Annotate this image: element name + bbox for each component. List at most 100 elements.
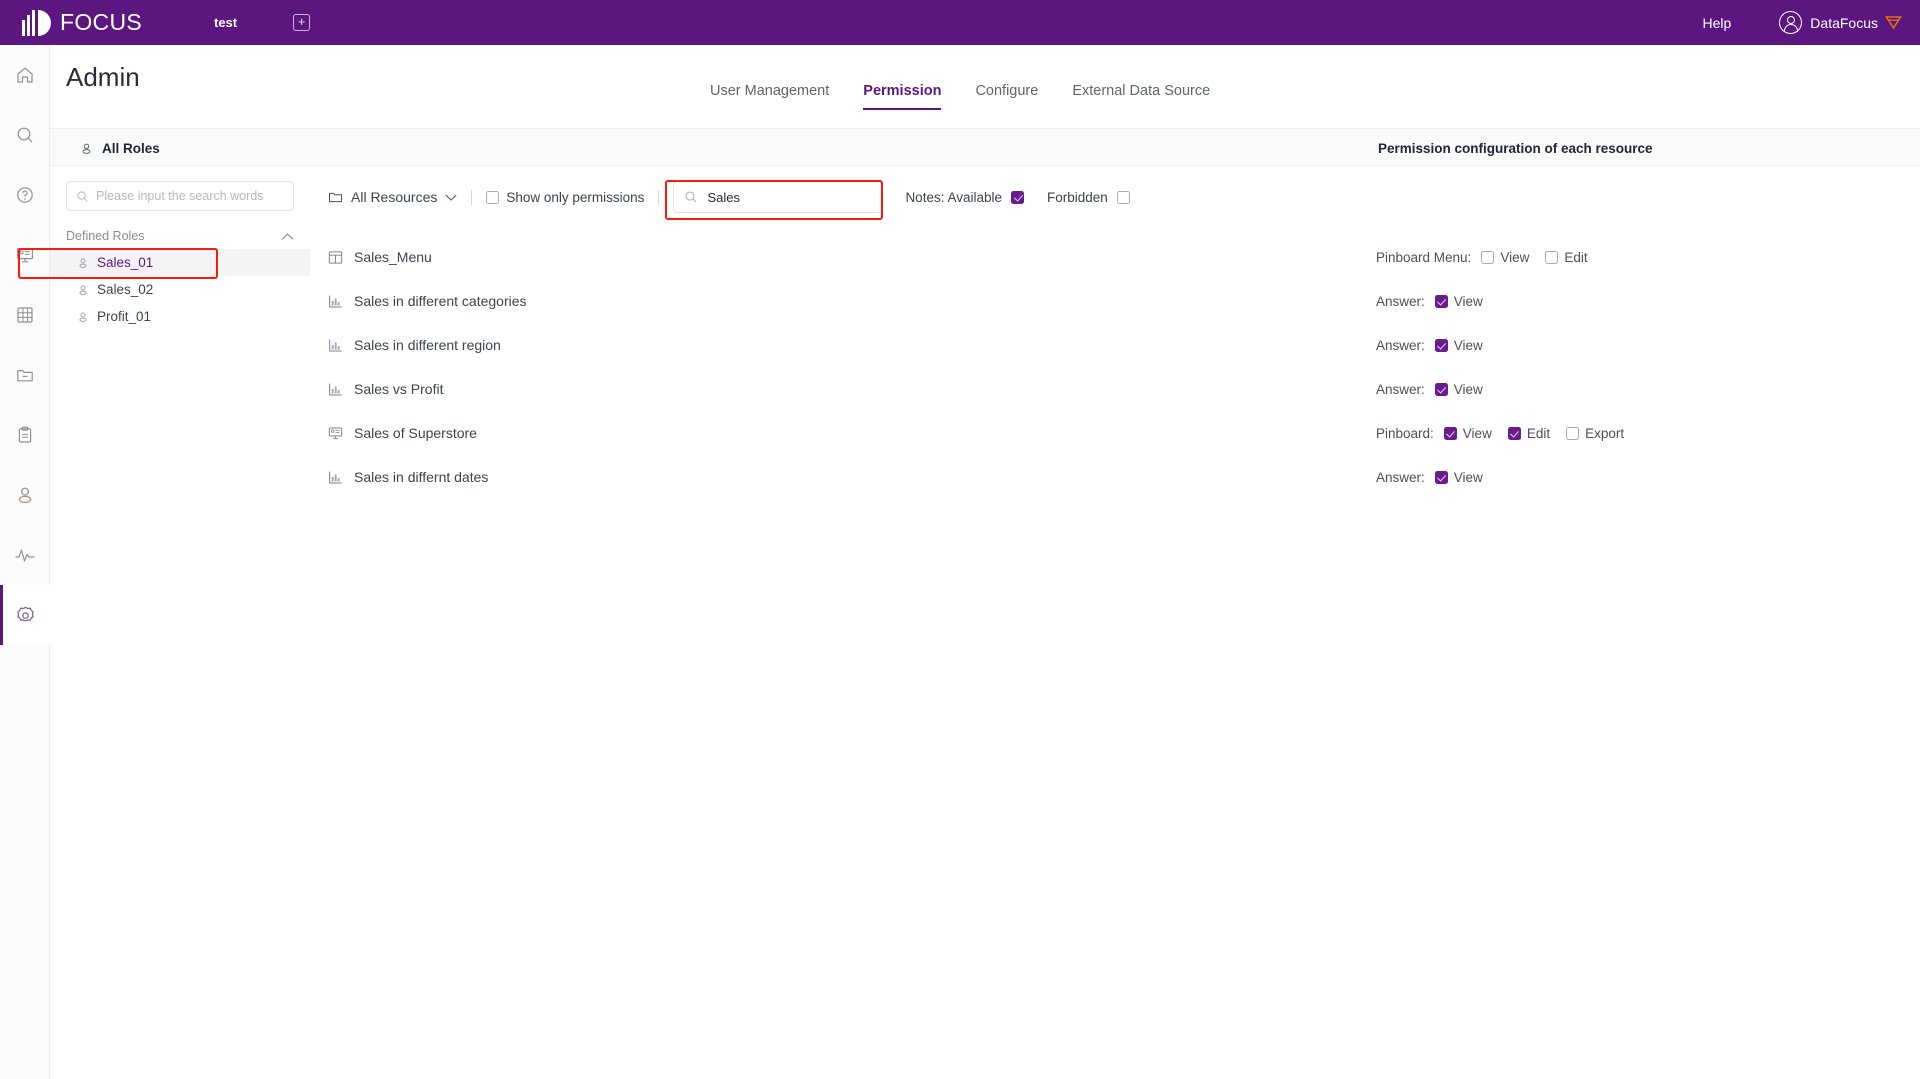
activity-icon[interactable] <box>0 525 50 585</box>
all-roles-header: All Roles <box>80 129 160 167</box>
checkbox-box[interactable] <box>1443 426 1457 440</box>
permission-label: Edit <box>1526 425 1551 441</box>
table-row: Sales in different categories Answer: Vi… <box>328 279 1888 323</box>
notes-available-checkbox <box>1011 190 1025 204</box>
table-row: Sales in differnt dates Answer: View <box>328 455 1888 499</box>
role-item-profit-01[interactable]: Profit_01 <box>50 303 310 330</box>
clipboard-icon[interactable] <box>0 405 50 465</box>
plus-icon[interactable]: + <box>293 14 311 31</box>
permission-view-checkbox[interactable]: View <box>1434 470 1483 485</box>
home-icon[interactable] <box>0 45 50 105</box>
workspace-tab[interactable]: test <box>214 15 237 30</box>
permission-cell: Pinboard Menu: View Edit <box>1376 250 1604 265</box>
checkbox-box[interactable] <box>1434 382 1448 396</box>
resource-name-cell[interactable]: Sales in different categories <box>328 293 527 309</box>
resource-search-box[interactable] <box>673 181 884 213</box>
resource-name-cell[interactable]: Sales in different region <box>328 337 501 353</box>
resource-name-cell[interactable]: Sales_Menu <box>328 249 432 265</box>
tab-permission[interactable]: Permission <box>863 83 942 110</box>
chevron-up-icon[interactable] <box>281 232 294 241</box>
all-resources-label: All Resources <box>351 189 438 205</box>
all-resources-dropdown[interactable]: All Resources <box>328 189 457 205</box>
chevron-down-icon[interactable] <box>445 193 457 202</box>
toolbar-divider-2 <box>658 189 660 205</box>
bar-chart-icon <box>328 382 343 397</box>
all-roles-title: All Roles <box>102 140 160 156</box>
brand-name: FOCUS <box>60 9 142 35</box>
checkbox-box[interactable] <box>486 190 500 204</box>
resource-search-input[interactable] <box>707 189 873 205</box>
role-item-sales-01[interactable]: Sales_01 <box>50 249 310 276</box>
permission-type-label: Answer: <box>1376 293 1425 309</box>
user-icon <box>77 284 89 296</box>
checkbox-box[interactable] <box>1434 470 1448 484</box>
resource-name-cell[interactable]: Sales of Superstore <box>328 425 477 441</box>
user-icon <box>80 142 93 155</box>
checkbox-box[interactable] <box>1434 338 1448 352</box>
permission-view-checkbox[interactable]: View <box>1434 337 1483 353</box>
table-row: Sales of Superstore Pinboard: View Edit … <box>328 411 1888 455</box>
permission-edit-checkbox[interactable]: Edit <box>1545 250 1588 265</box>
help-circle-icon[interactable] <box>0 165 50 225</box>
permission-cell: Pinboard: View Edit Export <box>1376 426 1640 441</box>
left-icon-rail <box>0 45 50 1079</box>
permission-view-checkbox[interactable]: View <box>1434 294 1483 309</box>
tab-external-data-source[interactable]: External Data Source <box>1072 83 1210 110</box>
role-search-box[interactable] <box>66 181 294 211</box>
resource-label: Sales of Superstore <box>354 425 477 441</box>
folder-icon <box>328 190 343 204</box>
search-icon[interactable] <box>0 105 50 165</box>
show-only-permissions-checkbox[interactable]: Show only permissions <box>486 190 644 205</box>
table-row: Sales_Menu Pinboard Menu: View Edit <box>328 235 1888 279</box>
help-link[interactable]: Help <box>1703 15 1732 31</box>
user-icon <box>77 257 89 269</box>
permission-cell: Answer: View <box>1376 294 1499 309</box>
permission-view-checkbox[interactable]: View <box>1443 425 1492 441</box>
permission-label: View <box>1453 337 1483 353</box>
resource-name-cell[interactable]: Sales in differnt dates <box>328 469 488 485</box>
forbidden-checkbox <box>1116 190 1130 204</box>
checkbox-box[interactable] <box>1545 250 1559 264</box>
permission-config-header: Permission configuration of each resourc… <box>1378 129 1653 167</box>
role-item-sales-02[interactable]: Sales_02 <box>50 276 310 303</box>
permission-cell: Answer: View <box>1376 470 1499 485</box>
search-icon <box>684 190 698 204</box>
presentation-icon[interactable] <box>0 225 50 285</box>
top-bar-right: Help DataFocus <box>1703 11 1903 34</box>
table-grid-icon[interactable] <box>0 285 50 345</box>
checkbox-box[interactable] <box>1507 426 1521 440</box>
permission-view-checkbox[interactable]: View <box>1434 381 1483 397</box>
avatar[interactable] <box>1779 11 1803 34</box>
resource-label: Sales in different region <box>354 337 501 353</box>
user-icon[interactable] <box>0 465 50 525</box>
checkbox-box[interactable] <box>1566 426 1580 440</box>
permission-label: View <box>1453 381 1483 397</box>
tab-user-management[interactable]: User Management <box>710 83 829 110</box>
resource-name-cell[interactable]: Sales vs Profit <box>328 381 443 397</box>
checkbox-box[interactable] <box>1481 250 1495 264</box>
permission-view-checkbox[interactable]: View <box>1481 250 1529 265</box>
show-only-permissions-label: Show only permissions <box>506 189 645 205</box>
table-row: Sales in different region Answer: View <box>328 323 1888 367</box>
permission-type-label: Answer: <box>1376 337 1425 353</box>
gear-icon[interactable] <box>0 585 50 645</box>
focus-logo-icon <box>22 9 51 36</box>
roles-panel: Defined Roles Sales_01 Sales_02 Profit_0… <box>50 166 310 1079</box>
resource-label: Sales in different categories <box>354 293 527 309</box>
permission-label: View <box>1500 249 1530 265</box>
tab-configure[interactable]: Configure <box>975 83 1038 110</box>
role-list: Sales_01 Sales_02 Profit_01 <box>50 249 310 330</box>
presentation-icon <box>328 426 343 441</box>
user-name[interactable]: DataFocus <box>1810 15 1878 31</box>
resource-label: Sales in differnt dates <box>354 469 489 485</box>
folder-minus-icon[interactable] <box>0 345 50 405</box>
checkbox-box[interactable] <box>1434 294 1448 308</box>
role-search-input[interactable] <box>96 189 284 203</box>
permission-export-checkbox[interactable]: Export <box>1566 426 1624 441</box>
permission-label: Export <box>1585 425 1625 441</box>
role-label: Sales_01 <box>97 255 154 270</box>
permission-edit-checkbox[interactable]: Edit <box>1507 425 1551 441</box>
defined-roles-group-header[interactable]: Defined Roles <box>66 229 294 243</box>
permission-type-label: Answer: <box>1376 469 1425 485</box>
permission-label: View <box>1462 425 1492 441</box>
